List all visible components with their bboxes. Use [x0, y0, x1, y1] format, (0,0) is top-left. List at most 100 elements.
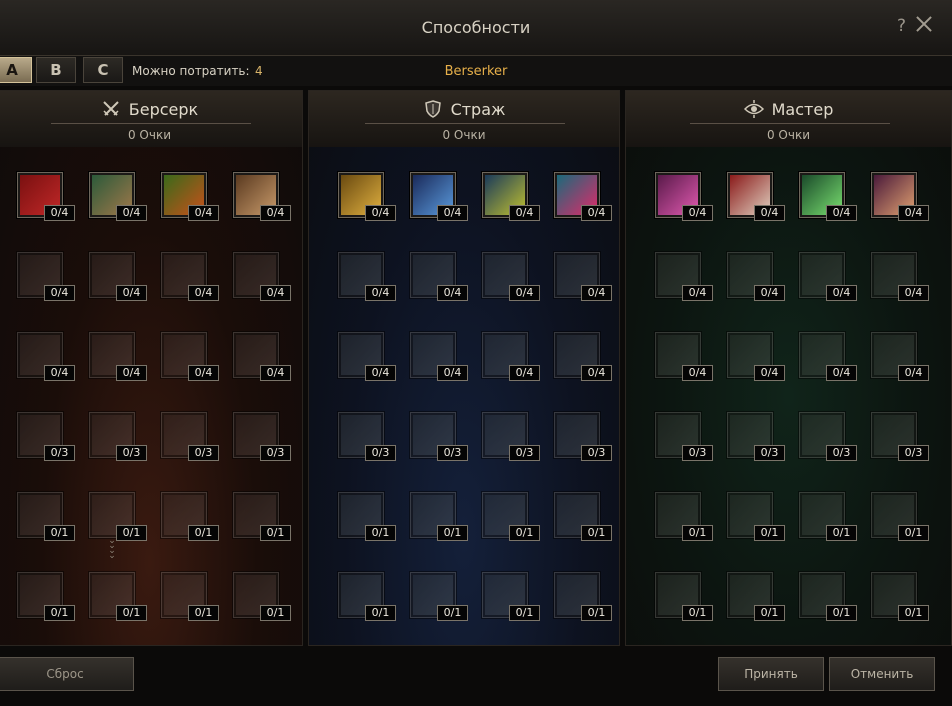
preset-a-button[interactable]: A: [0, 57, 32, 83]
skill-level-counter: 0/4: [116, 205, 147, 221]
skill-level-counter: 0/1: [581, 605, 612, 621]
available-points-label: Можно потратить:: [132, 64, 250, 78]
skill-level-counter: 0/4: [509, 365, 540, 381]
skill-level-counter: 0/4: [898, 365, 929, 381]
skill-level-counter: 0/4: [260, 365, 291, 381]
skill-level-counter: 0/1: [437, 525, 468, 541]
skill-level-counter: 0/4: [682, 365, 713, 381]
cancel-button[interactable]: Отменить: [829, 657, 935, 691]
skill-tree-panel: Мастер 0 Очки 0/4 0/4 0/4 0/4 0/4 0/4 0/4 0/4 0/4 0…: [625, 90, 952, 646]
skill-level-counter: 0/4: [509, 205, 540, 221]
skill-tree-panel: Страж 0 Очки 0/4 0/4 0/4 0/4 0/4 0/4 0/4 0/4 0/4 0/…: [308, 90, 620, 646]
header-divider: [689, 123, 890, 124]
skill-level-counter: 0/4: [581, 365, 612, 381]
skill-level-counter: 0/4: [826, 365, 857, 381]
skill-level-counter: 0/3: [682, 445, 713, 461]
skill-level-counter: 0/1: [898, 525, 929, 541]
skill-level-counter: 0/1: [188, 525, 219, 541]
window-title: Способности: [421, 18, 531, 37]
panel-header: Берсерк 0 Очки: [0, 91, 302, 147]
skill-level-counter: 0/4: [365, 285, 396, 301]
skill-level-counter: 0/1: [826, 605, 857, 621]
skill-level-counter: 0/4: [581, 205, 612, 221]
panel-header: Мастер 0 Очки: [626, 91, 951, 147]
skill-level-counter: 0/1: [188, 605, 219, 621]
available-points-value: 4: [255, 64, 263, 78]
skill-level-counter: 0/4: [188, 365, 219, 381]
skill-level-counter: 0/4: [826, 205, 857, 221]
crossed-swords-icon: [101, 99, 121, 119]
skill-level-counter: 0/4: [898, 205, 929, 221]
help-icon[interactable]: ?: [897, 16, 906, 36]
header-divider: [365, 123, 565, 124]
skill-level-counter: 0/4: [44, 365, 75, 381]
skill-level-counter: 0/1: [826, 525, 857, 541]
skill-level-counter: 0/4: [260, 285, 291, 301]
skill-level-counter: 0/1: [260, 605, 291, 621]
skill-level-counter: 0/4: [754, 285, 785, 301]
skill-level-counter: 0/1: [898, 605, 929, 621]
skill-level-counter: 0/1: [754, 525, 785, 541]
skill-level-counter: 0/3: [44, 445, 75, 461]
skill-level-counter: 0/4: [188, 205, 219, 221]
skill-level-counter: 0/1: [754, 605, 785, 621]
skill-level-counter: 0/3: [826, 445, 857, 461]
skill-level-counter: 0/3: [365, 445, 396, 461]
skill-level-counter: 0/4: [188, 285, 219, 301]
panel-points: 0 Очки: [766, 128, 811, 142]
skill-level-counter: 0/4: [682, 285, 713, 301]
skill-level-counter: 0/1: [682, 605, 713, 621]
shield-icon: [423, 99, 443, 119]
skill-level-counter: 0/3: [581, 445, 612, 461]
skill-level-counter: 0/1: [116, 525, 147, 541]
skill-level-counter: 0/4: [754, 365, 785, 381]
skill-level-counter: 0/1: [509, 605, 540, 621]
skill-level-counter: 0/4: [826, 285, 857, 301]
panel-title: Берсерк: [128, 99, 199, 119]
skill-level-counter: 0/4: [116, 365, 147, 381]
skill-level-counter: 0/1: [365, 525, 396, 541]
skill-level-counter: 0/4: [44, 285, 75, 301]
panel-title: Мастер: [771, 99, 834, 119]
panel-header: Страж 0 Очки: [309, 91, 619, 147]
skill-level-counter: 0/4: [365, 365, 396, 381]
skill-level-counter: 0/4: [44, 205, 75, 221]
skill-level-counter: 0/4: [509, 285, 540, 301]
eye-icon: [743, 99, 764, 119]
skill-level-counter: 0/4: [898, 285, 929, 301]
skill-level-counter: 0/4: [116, 285, 147, 301]
skill-level-counter: 0/1: [581, 525, 612, 541]
skill-level-counter: 0/1: [509, 525, 540, 541]
skill-level-counter: 0/4: [437, 205, 468, 221]
skill-level-counter: 0/1: [682, 525, 713, 541]
skill-level-counter: 0/4: [682, 205, 713, 221]
skill-level-counter: 0/4: [260, 205, 291, 221]
skill-level-counter: 0/3: [116, 445, 147, 461]
panel-title: Страж: [450, 99, 506, 119]
title-bar: Способности ?: [0, 0, 952, 56]
skill-level-counter: 0/3: [509, 445, 540, 461]
panel-points: 0 Очки: [442, 128, 486, 142]
skill-level-counter: 0/1: [260, 525, 291, 541]
skill-level-counter: 0/3: [437, 445, 468, 461]
reset-button[interactable]: Сброс: [0, 657, 134, 691]
skill-level-counter: 0/1: [44, 525, 75, 541]
skill-level-counter: 0/3: [260, 445, 291, 461]
header-divider: [50, 123, 251, 124]
skill-level-counter: 0/3: [188, 445, 219, 461]
skill-level-counter: 0/4: [581, 285, 612, 301]
chevron-down-icon: ⌄ ⌄ ⌄ ⌄: [108, 536, 116, 561]
panel-points: 0 Очки: [127, 128, 172, 142]
preset-bar: A B C Можно потратить: 4 Berserker: [0, 56, 952, 86]
skill-tree-panel: Берсерк 0 Очки 0/4 0/4 0/4 0/4 0/4 0/4 0/4 0/4 0/4…: [0, 90, 303, 646]
close-icon[interactable]: [915, 15, 933, 33]
skill-level-counter: 0/1: [365, 605, 396, 621]
skill-level-counter: 0/1: [44, 605, 75, 621]
preset-c-button[interactable]: C: [83, 57, 123, 83]
skill-level-counter: 0/4: [754, 205, 785, 221]
preset-b-button[interactable]: B: [36, 57, 76, 83]
accept-button[interactable]: Принять: [718, 657, 824, 691]
skill-level-counter: 0/1: [437, 605, 468, 621]
skill-level-counter: 0/4: [365, 205, 396, 221]
skill-level-counter: 0/3: [898, 445, 929, 461]
